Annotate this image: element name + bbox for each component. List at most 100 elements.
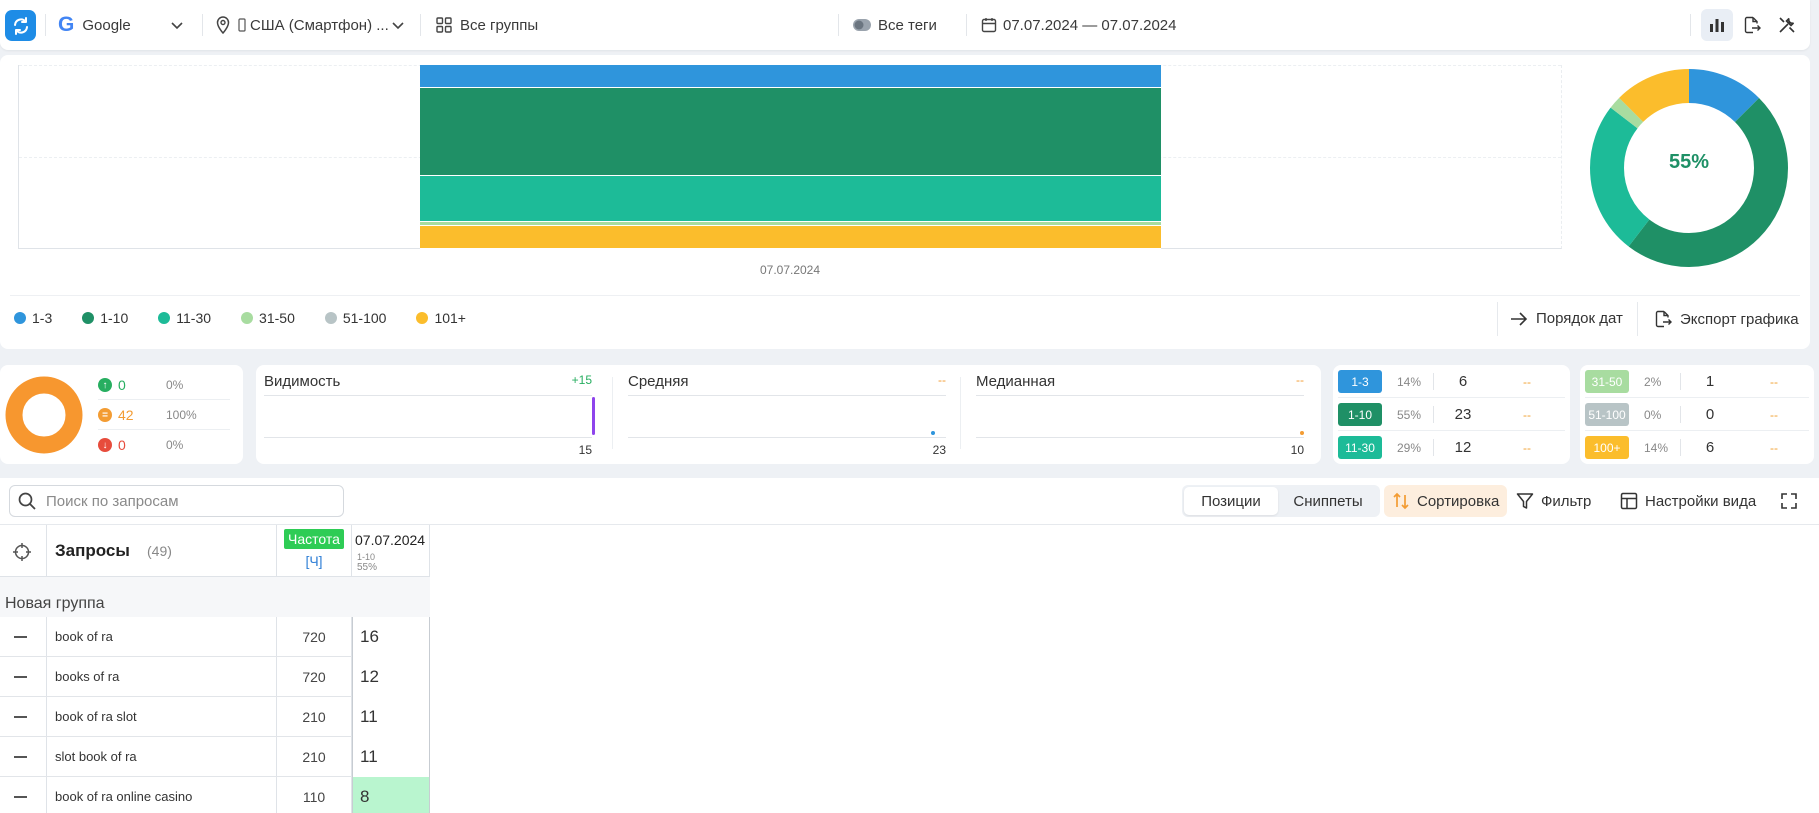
position-cell[interactable]: 12 bbox=[352, 657, 430, 697]
median-mark bbox=[1300, 431, 1304, 435]
range-pct: 14% bbox=[1397, 374, 1422, 389]
view-settings-button[interactable]: Настройки вида bbox=[1612, 485, 1764, 517]
trend-up-row: ↑ 0 0% bbox=[98, 377, 183, 393]
tab-positions[interactable]: Позиции bbox=[1184, 487, 1278, 515]
range-delta: -- bbox=[1770, 374, 1778, 389]
arrow-right-icon bbox=[1511, 311, 1528, 326]
ranges-left-card: 1-3 14% 6 -- 1-10 55% 23 -- 11-30 29% 12 -- bbox=[1333, 365, 1570, 464]
search-engine-select[interactable]: G Google bbox=[58, 0, 188, 50]
bar-segment-1-10[interactable] bbox=[420, 88, 1161, 177]
region-select[interactable]: США (Смартфон) ... bbox=[215, 0, 405, 50]
bar-segment-11-30[interactable] bbox=[420, 176, 1161, 223]
search-input[interactable] bbox=[46, 492, 326, 510]
group-name: Новая группа bbox=[5, 595, 105, 612]
minus-icon[interactable] bbox=[14, 676, 27, 678]
date-range-picker[interactable]: 07.07.2024 — 07.07.2024 bbox=[981, 0, 1176, 50]
frequency-header[interactable]: Частота [Ч] bbox=[277, 525, 352, 576]
legend-item[interactable]: 11-30 bbox=[158, 310, 211, 326]
queries-header[interactable]: Запросы (49) bbox=[47, 525, 277, 576]
query-text[interactable]: book of ra online casino bbox=[55, 789, 192, 804]
range-row-1-10[interactable]: 1-10 55% 23 -- bbox=[1333, 398, 1570, 431]
search-box[interactable] bbox=[9, 485, 344, 517]
position-cell[interactable]: 16 bbox=[352, 617, 430, 657]
legend-item[interactable]: 1-10 bbox=[82, 310, 128, 326]
settings-tools-button[interactable] bbox=[1771, 9, 1803, 41]
range-row-11-30[interactable]: 11-30 29% 12 -- bbox=[1333, 431, 1570, 464]
minus-icon[interactable] bbox=[14, 716, 27, 718]
expand-button[interactable] bbox=[1774, 485, 1804, 517]
date-order-button[interactable]: Порядок дат bbox=[1510, 310, 1623, 327]
table-row[interactable]: book of ra slot 210 11 bbox=[0, 697, 430, 737]
legend-item[interactable]: 101+ bbox=[416, 310, 466, 326]
legend-label: 101+ bbox=[434, 310, 466, 326]
minus-icon[interactable] bbox=[14, 756, 27, 758]
export-button[interactable] bbox=[1736, 9, 1768, 41]
chart-view-button[interactable] bbox=[1701, 9, 1733, 41]
stacked-bar-plot bbox=[18, 65, 1562, 249]
trend-card: ↑ 0 0% = 42 100% ↓ 0 0% bbox=[0, 365, 243, 464]
minus-icon[interactable] bbox=[14, 796, 27, 798]
metric-baseline bbox=[264, 437, 592, 438]
query-text[interactable]: slot book of ra bbox=[55, 749, 137, 764]
frequency-value: 720 bbox=[302, 669, 326, 685]
bar-segment-101+[interactable] bbox=[420, 226, 1161, 249]
search-engine-label: Google bbox=[82, 16, 131, 34]
group-row[interactable]: Новая группа bbox=[0, 577, 430, 617]
trend-down-row: ↓ 0 0% bbox=[98, 437, 183, 453]
separator bbox=[1497, 302, 1498, 336]
date-column-header[interactable]: 07.07.2024 1-10 55% bbox=[352, 525, 430, 576]
view-settings-label: Настройки вида bbox=[1645, 492, 1757, 510]
date-range-label: 07.07.2024 — 07.07.2024 bbox=[1003, 16, 1177, 34]
metric-title: Медианная bbox=[976, 373, 1056, 390]
position-cell[interactable]: 11 bbox=[352, 697, 430, 737]
range-pct: 14% bbox=[1644, 440, 1669, 455]
table-row[interactable]: books of ra 720 12 bbox=[0, 657, 430, 697]
metric-median[interactable]: Медианная -- 10 bbox=[968, 365, 1318, 460]
range-count: 12 bbox=[1454, 439, 1472, 456]
tags-select[interactable]: Все теги bbox=[852, 0, 937, 50]
filter-label: Фильтр bbox=[1541, 492, 1592, 510]
trend-down-value: 0 bbox=[118, 437, 126, 453]
chart-card: 07.07.2024 1-3 1-10 11-30 31-50 51-100 101+ П… bbox=[0, 55, 1810, 349]
divider bbox=[98, 399, 230, 400]
query-text[interactable]: book of ra bbox=[55, 629, 113, 644]
average-mark bbox=[931, 431, 935, 435]
crosshair-icon[interactable] bbox=[12, 542, 32, 562]
metric-baseline bbox=[628, 437, 946, 438]
table-row[interactable]: book of ra online casino 110 8 bbox=[0, 777, 430, 813]
range-badge: 1-10 bbox=[1338, 403, 1382, 426]
stacked-bar[interactable] bbox=[420, 65, 1161, 249]
frequency-type[interactable]: [Ч] bbox=[277, 553, 351, 569]
separator bbox=[960, 377, 961, 449]
range-row-51-100[interactable]: 51-100 0% 0 -- bbox=[1580, 398, 1814, 431]
legend-item[interactable]: 1-3 bbox=[14, 310, 52, 326]
position-cell[interactable]: 8 bbox=[352, 777, 430, 813]
minus-icon[interactable] bbox=[14, 636, 27, 638]
sort-button[interactable]: Сортировка bbox=[1384, 485, 1508, 517]
metric-value: 15 bbox=[578, 443, 592, 457]
legend-item[interactable]: 51-100 bbox=[324, 310, 386, 326]
location-pin-icon bbox=[216, 16, 230, 34]
range-row-31-50[interactable]: 31-50 2% 1 -- bbox=[1580, 365, 1814, 398]
table-row[interactable]: slot book of ra 210 11 bbox=[0, 737, 430, 777]
legend-item[interactable]: 31-50 bbox=[241, 310, 295, 326]
row-action-cell bbox=[0, 697, 47, 736]
range-row-1-3[interactable]: 1-3 14% 6 -- bbox=[1333, 365, 1570, 398]
separator bbox=[612, 377, 613, 449]
export-chart-button[interactable]: Экспорт графика bbox=[1654, 310, 1799, 328]
metric-average[interactable]: Средняя -- 23 bbox=[620, 365, 960, 460]
tab-snippets[interactable]: Сниппеты bbox=[1278, 487, 1378, 515]
range-badge: 51-100 bbox=[1585, 403, 1629, 426]
range-badge: 11-30 bbox=[1338, 436, 1382, 459]
range-row-100+[interactable]: 100+ 14% 6 -- bbox=[1580, 431, 1814, 464]
query-text[interactable]: book of ra slot bbox=[55, 709, 137, 724]
groups-select[interactable]: Все группы bbox=[436, 0, 538, 50]
bar-segment-1-3[interactable] bbox=[420, 65, 1161, 88]
position-cell[interactable]: 11 bbox=[352, 737, 430, 777]
query-text[interactable]: books of ra bbox=[55, 669, 119, 684]
table-header: Запросы (49) Частота [Ч] 07.07.2024 1-10… bbox=[0, 525, 430, 577]
table-row[interactable]: book of ra 720 16 bbox=[0, 617, 430, 657]
metric-visibility[interactable]: Видимость +15 15 bbox=[256, 365, 606, 460]
filter-button[interactable]: Фильтр bbox=[1508, 485, 1599, 517]
refresh-button[interactable] bbox=[5, 10, 36, 41]
